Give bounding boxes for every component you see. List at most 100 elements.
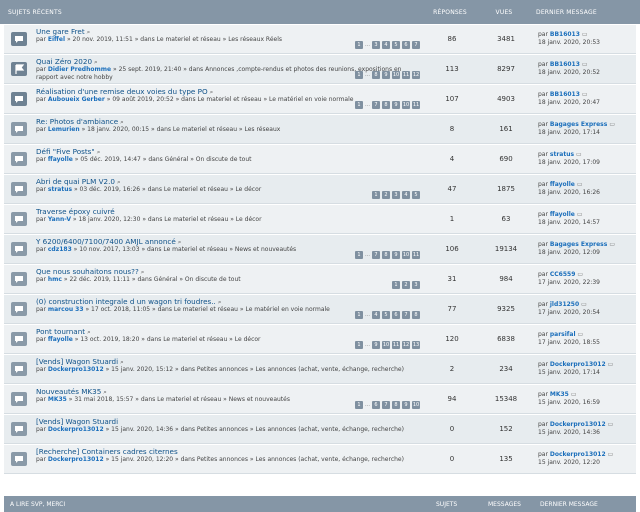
page-link[interactable]: 3	[392, 191, 400, 199]
view-latest-post-icon[interactable]: ▭	[582, 61, 588, 68]
topic-row[interactable]: [Vends] Wagon Stuardi par Dockerpro13012 …	[4, 414, 636, 444]
last-post-author-link[interactable]: stratus	[550, 151, 574, 158]
page-link[interactable]: 2	[382, 191, 390, 199]
page-link[interactable]: 4	[372, 311, 380, 319]
view-latest-post-icon[interactable]: ▭	[571, 391, 577, 398]
last-post-author-link[interactable]: Bagages Express	[550, 241, 607, 248]
topic-author-link[interactable]: Dockerpro13012	[48, 456, 104, 463]
page-link[interactable]: 5	[382, 311, 390, 319]
last-post-author-link[interactable]: Dockerpro13012	[550, 361, 606, 368]
topic-author-link[interactable]: Didier Predhomme	[48, 66, 111, 73]
page-link[interactable]: 9	[392, 251, 400, 259]
last-post-author-link[interactable]: MK35	[550, 391, 569, 398]
topic-row[interactable]: Réalisation d'une remise deux voies du t…	[4, 84, 636, 114]
topic-author-link[interactable]: cdz183	[48, 246, 72, 253]
page-link[interactable]: 7	[402, 311, 410, 319]
page-link[interactable]: 2	[402, 281, 410, 289]
topic-row[interactable]: Abri de quai PLM V2.0 ⌕ par stratus » 03 d…	[4, 174, 636, 204]
topic-title-link[interactable]: Pont tournant	[36, 327, 85, 336]
page-link[interactable]: 1	[355, 101, 363, 109]
page-link[interactable]: 8	[382, 251, 390, 259]
page-link[interactable]: 1	[355, 41, 363, 49]
last-post-author-link[interactable]: parsifal	[550, 331, 576, 338]
topic-title-link[interactable]: Réalisation d'une remise deux voies du t…	[36, 87, 208, 96]
view-latest-post-icon[interactable]: ▭	[582, 31, 588, 38]
page-link[interactable]: 5	[392, 41, 400, 49]
topic-row[interactable]: Y 6200/6400/7100/7400 AMJL annoncé ⌕ par c…	[4, 234, 636, 264]
page-link[interactable]: 3	[372, 41, 380, 49]
view-latest-post-icon[interactable]: ▭	[609, 241, 615, 248]
topic-title-link[interactable]: [Vends] Wagon Stuardi	[36, 417, 118, 426]
page-link[interactable]: 11	[402, 71, 410, 79]
topic-title-link[interactable]: Que nous souhaitons nous??	[36, 267, 139, 276]
page-link[interactable]: 1	[355, 311, 363, 319]
topic-title-link[interactable]: Re: Photos d'ambiance	[36, 117, 118, 126]
page-link[interactable]: 6	[372, 401, 380, 409]
topic-row[interactable]: Pont tournant ⌕ par ffayolle » 13 oct. 201…	[4, 324, 636, 354]
page-link[interactable]: 10	[382, 341, 390, 349]
page-link[interactable]: 12	[402, 341, 410, 349]
last-post-author-link[interactable]: BB16013	[550, 91, 580, 98]
last-post-author-link[interactable]: BB16013	[550, 61, 580, 68]
view-latest-post-icon[interactable]: ▭	[608, 451, 614, 458]
topic-author-link[interactable]: ffayolle	[48, 156, 73, 163]
last-post-author-link[interactable]: CC6559	[550, 271, 576, 278]
topic-author-link[interactable]: Dockerpro13012	[48, 426, 104, 433]
last-post-author-link[interactable]: Dockerpro13012	[550, 451, 606, 458]
topic-title-link[interactable]: Défi "Five Posts"	[36, 147, 95, 156]
page-link[interactable]: 8	[372, 71, 380, 79]
topic-author-link[interactable]: Dockerpro13012	[48, 366, 104, 373]
page-link[interactable]: 8	[412, 311, 420, 319]
page-link[interactable]: 7	[372, 251, 380, 259]
view-latest-post-icon[interactable]: ▭	[577, 271, 583, 278]
view-latest-post-icon[interactable]: ▭	[608, 361, 614, 368]
topic-row[interactable]: Que nous souhaitons nous?? ⌕ par hmc » 22 …	[4, 264, 636, 294]
page-link[interactable]: 7	[382, 401, 390, 409]
page-link[interactable]: 13	[412, 341, 420, 349]
last-post-author-link[interactable]: ffayolle	[550, 181, 575, 188]
topic-row[interactable]: [Vends] Wagon Stuardi ⌕ par Dockerpro13012…	[4, 354, 636, 384]
page-link[interactable]: 11	[392, 341, 400, 349]
page-link[interactable]: 3	[412, 281, 420, 289]
topic-author-link[interactable]: Auboueix Gerber	[48, 96, 105, 103]
topic-author-link[interactable]: Yann-V	[48, 216, 71, 223]
page-link[interactable]: 10	[412, 401, 420, 409]
topic-title-link[interactable]: Quai Zéro 2020	[36, 57, 92, 66]
topic-title-link[interactable]: Abri de quai PLM V2.0	[36, 177, 115, 186]
page-link[interactable]: 4	[382, 41, 390, 49]
last-post-author-link[interactable]: BB16013	[550, 31, 580, 38]
topic-title-link[interactable]: Nouveautés MK35	[36, 387, 101, 396]
page-link[interactable]: 1	[355, 341, 363, 349]
last-post-author-link[interactable]: jld31250	[550, 301, 579, 308]
view-latest-post-icon[interactable]: ▭	[581, 301, 587, 308]
footer-title[interactable]: A lire SVP, merci	[4, 501, 436, 508]
view-latest-post-icon[interactable]: ▭	[609, 121, 615, 128]
page-link[interactable]: 10	[392, 71, 400, 79]
topic-title-link[interactable]: Traverse époxy cuivré	[36, 207, 115, 216]
page-link[interactable]: 10	[402, 251, 410, 259]
page-link[interactable]: 10	[402, 101, 410, 109]
page-link[interactable]: 8	[382, 101, 390, 109]
page-link[interactable]: 6	[402, 41, 410, 49]
page-link[interactable]: 1	[355, 251, 363, 259]
last-post-author-link[interactable]: Dockerpro13012	[550, 421, 606, 428]
page-link[interactable]: 1	[355, 401, 363, 409]
view-latest-post-icon[interactable]: ▭	[577, 211, 583, 218]
topic-author-link[interactable]: MK35	[48, 396, 67, 403]
page-link[interactable]: 4	[402, 191, 410, 199]
topic-author-link[interactable]: Eiffel	[48, 36, 65, 43]
page-link[interactable]: 1	[392, 281, 400, 289]
topic-author-link[interactable]: marcou 33	[48, 306, 84, 313]
page-link[interactable]: 9	[382, 71, 390, 79]
page-link[interactable]: 7	[412, 41, 420, 49]
view-latest-post-icon[interactable]: ▭	[577, 181, 583, 188]
page-link[interactable]: 9	[372, 341, 380, 349]
page-link[interactable]: 1	[355, 71, 363, 79]
page-link[interactable]: 9	[402, 401, 410, 409]
page-link[interactable]: 1	[372, 191, 380, 199]
topic-row[interactable]: Traverse époxy cuivré par Yann-V » 18 jan…	[4, 204, 636, 234]
topic-author-link[interactable]: hmc	[48, 276, 62, 283]
topic-title-link[interactable]: [Recherche] Containers cadres citernes	[36, 447, 178, 456]
view-latest-post-icon[interactable]: ▭	[608, 421, 614, 428]
page-link[interactable]: 8	[392, 401, 400, 409]
